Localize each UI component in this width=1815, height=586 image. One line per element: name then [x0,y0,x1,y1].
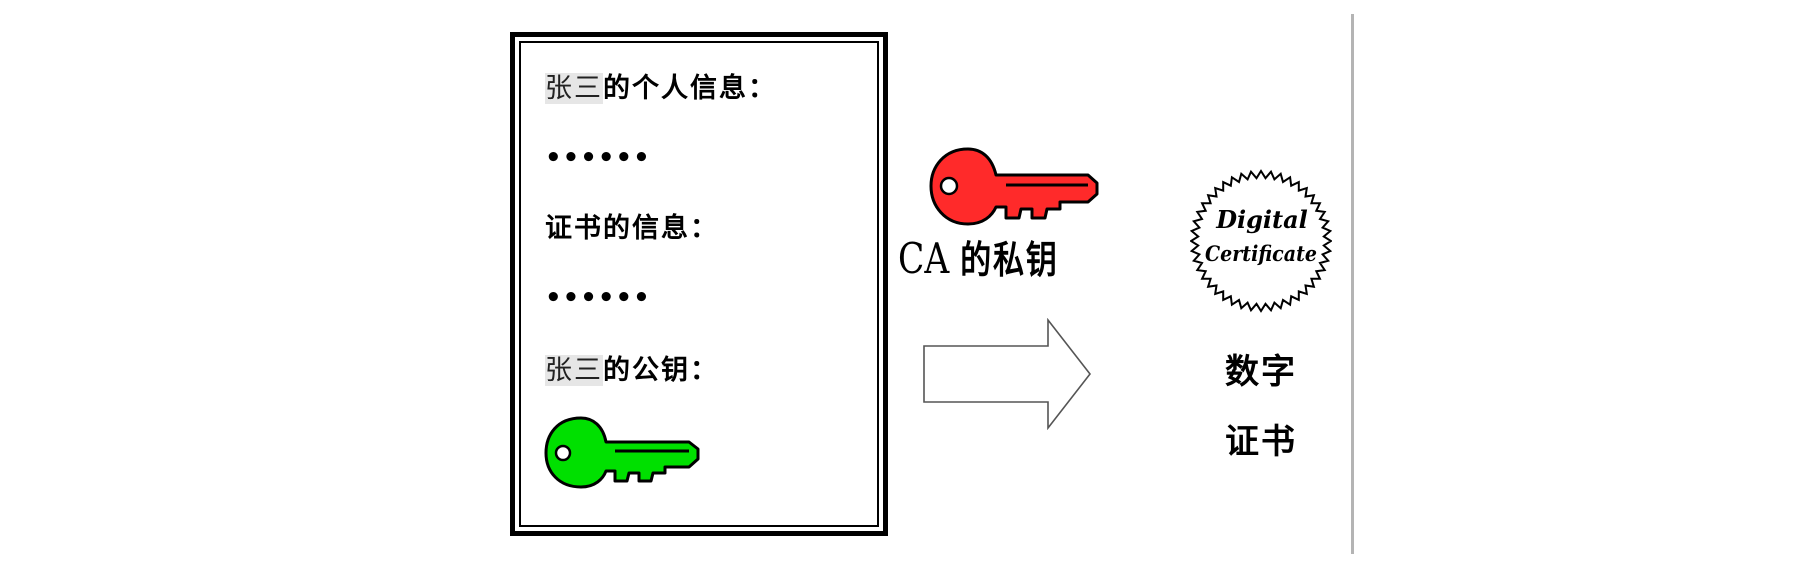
ellipsis: •••••• [545,143,651,173]
vertical-divider [1351,14,1354,554]
digital-certificate-seal-icon: Digital Certificate [1190,169,1332,313]
private-key-icon [929,147,1099,226]
ca-private-key-label: CA 的私钥 [898,233,1059,286]
personal-info-line: 张三的个人信息： [545,73,777,105]
personal-info-label: 的个人信息： [603,73,777,104]
digital-certificate-label-line-2: 证书 [1225,422,1297,462]
public-key-icon [544,416,700,489]
diagram-canvas: 张三的个人信息： •••••• 证书的信息： •••••• 张三的公钥： CA … [0,0,1815,586]
owner-name: 张三 [545,73,603,104]
seal-text-digital: Digital [1215,205,1308,234]
seal-text-certificate: Certificate [1205,241,1317,266]
private-key-label: 的私钥 [960,238,1059,282]
right-arrow-icon [923,318,1092,430]
certificate-content-card: 张三的个人信息： •••••• 证书的信息： •••••• 张三的公钥： [510,32,888,536]
digital-certificate-label-line-1: 数字 [1225,352,1297,392]
public-key-label: 的公钥： [603,355,719,386]
owner-name: 张三 [545,355,603,386]
certificate-info-label: 证书的信息： [545,213,719,244]
certificate-info-line: 证书的信息： [545,213,719,245]
public-key-line: 张三的公钥： [545,355,719,387]
ca-prefix: CA [898,234,950,283]
ellipsis: •••••• [545,283,651,313]
